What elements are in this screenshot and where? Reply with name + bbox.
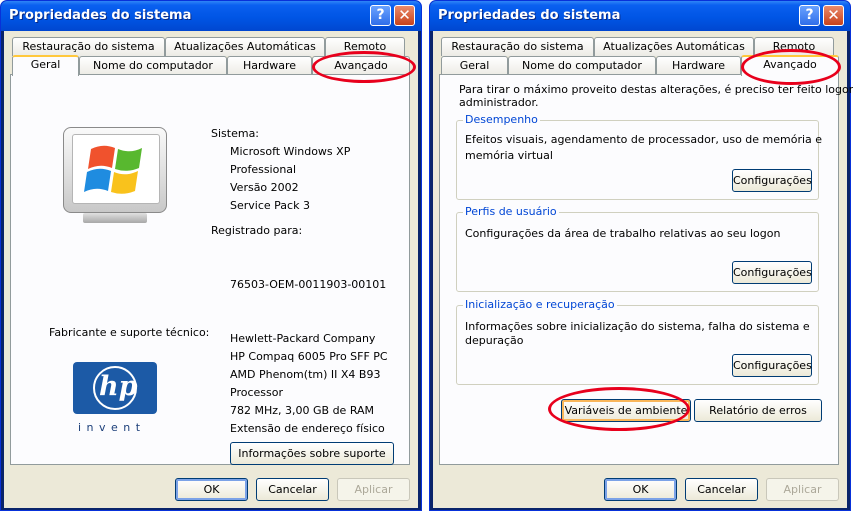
tab-panel-general: Sistema: Microsoft Windows XP Profession… [10, 74, 410, 465]
tab-general[interactable]: Geral [441, 56, 508, 75]
user-profiles-settings-button[interactable]: Configurações [732, 261, 812, 284]
dialog-client-area: Restauração do sistema Atualizações Auto… [433, 31, 853, 508]
tab-panel-advanced: Para tirar o máximo proveito destas alte… [439, 74, 853, 465]
pae-label: Extensão de endereço físico [230, 422, 385, 435]
processor-name: AMD Phenom(tm) II X4 B93 [230, 368, 381, 381]
tab-computer-name[interactable]: Nome do computador [508, 56, 656, 75]
startup-recovery-group: Inicialização e recuperação Informações … [456, 298, 819, 385]
ok-button[interactable]: OK [604, 478, 677, 501]
close-button[interactable]: ✕ [394, 5, 415, 26]
performance-label: Desempenho [463, 113, 540, 126]
tab-hardware[interactable]: Hardware [656, 56, 741, 75]
speed-ram: 782 MHz, 3,00 GB de RAM [230, 404, 375, 417]
title-bar[interactable]: Propriedades do sistema ? ✕ [1, 1, 421, 31]
processor-label: Processor [230, 386, 283, 399]
ok-button[interactable]: OK [175, 478, 248, 501]
system-label: Sistema: [211, 127, 260, 140]
support-info-button[interactable]: Informações sobre suporte [230, 442, 394, 465]
monitor-stand [83, 213, 147, 223]
startup-recovery-text-line1: Informações sobre inicialização do siste… [465, 320, 810, 333]
close-button[interactable]: ✕ [823, 5, 844, 26]
tab-automatic-updates[interactable]: Atualizações Automáticas [594, 37, 754, 56]
hp-logo: hp [73, 362, 157, 414]
tab-advanced[interactable]: Avançado [741, 55, 839, 76]
help-button[interactable]: ? [370, 5, 391, 26]
registered-label: Registrado para: [211, 224, 303, 237]
tab-general[interactable]: Geral [12, 55, 79, 76]
help-icon: ? [376, 7, 385, 23]
help-icon: ? [805, 7, 814, 23]
system-properties-window-left: Propriedades do sistema ? ✕ Restauração … [0, 0, 422, 511]
tab-system-restore[interactable]: Restauração do sistema [12, 37, 165, 56]
user-profiles-label: Perfis de usuário [463, 205, 559, 218]
dialog-client-area: Restauração do sistema Atualizações Auto… [4, 31, 418, 508]
tab-hardware[interactable]: Hardware [227, 56, 312, 75]
error-reporting-button[interactable]: Relatório de erros [694, 399, 822, 422]
os-version: Versão 2002 [230, 181, 299, 194]
os-name: Microsoft Windows XP [230, 145, 351, 158]
manufacturer-name: Hewlett-Packard Company [230, 332, 376, 345]
tab-remote[interactable]: Remoto [325, 37, 405, 56]
environment-variables-button[interactable]: Variáveis de ambiente [561, 399, 691, 422]
performance-text-line2: memória virtual [465, 149, 553, 162]
computer-model: HP Compaq 6005 Pro SFF PC [230, 350, 388, 363]
close-icon: ✕ [398, 6, 411, 24]
title-bar[interactable]: Propriedades do sistema ? ✕ [430, 1, 850, 31]
serial-number: 76503-OEM-0011903-00101 [230, 278, 387, 291]
window-title: Propriedades do sistema [438, 8, 621, 23]
help-button[interactable]: ? [799, 5, 820, 26]
os-edition: Professional [230, 163, 297, 176]
window-title: Propriedades do sistema [9, 8, 192, 23]
user-profiles-text: Configurações da área de trabalho relati… [465, 227, 781, 240]
apply-button[interactable]: Aplicar [766, 478, 839, 501]
tab-advanced[interactable]: Avançado [312, 56, 410, 75]
windows-flag-icon [84, 145, 142, 194]
startup-recovery-settings-button[interactable]: Configurações [732, 354, 812, 377]
tab-system-restore[interactable]: Restauração do sistema [441, 37, 594, 56]
intro-text-line1: Para tirar o máximo proveito destas alte… [459, 83, 853, 96]
service-pack: Service Pack 3 [230, 199, 310, 212]
manufacturer-label: Fabricante e suporte técnico: [49, 326, 210, 339]
startup-recovery-text-line2: depuração [465, 334, 524, 347]
intro-text-line2: administrador. [459, 96, 539, 109]
cancel-button[interactable]: Cancelar [256, 478, 329, 501]
cancel-button[interactable]: Cancelar [685, 478, 758, 501]
tab-remote[interactable]: Remoto [754, 37, 834, 56]
tab-computer-name[interactable]: Nome do computador [79, 56, 227, 75]
tab-automatic-updates[interactable]: Atualizações Automáticas [165, 37, 325, 56]
startup-recovery-label: Inicialização e recuperação [463, 298, 617, 311]
user-profiles-group: Perfis de usuário Configurações da área … [456, 205, 819, 292]
performance-group: Desempenho Efeitos visuais, agendamento … [456, 113, 823, 200]
hp-invent-text: i n v e n t [78, 421, 142, 434]
computer-monitor-icon [63, 127, 167, 213]
system-properties-window-right: Propriedades do sistema ? ✕ Restauração … [429, 0, 853, 511]
close-icon: ✕ [827, 6, 840, 24]
performance-settings-button[interactable]: Configurações [732, 169, 812, 192]
apply-button[interactable]: Aplicar [337, 478, 410, 501]
performance-text-line1: Efeitos visuais, agendamento de processa… [465, 133, 823, 146]
